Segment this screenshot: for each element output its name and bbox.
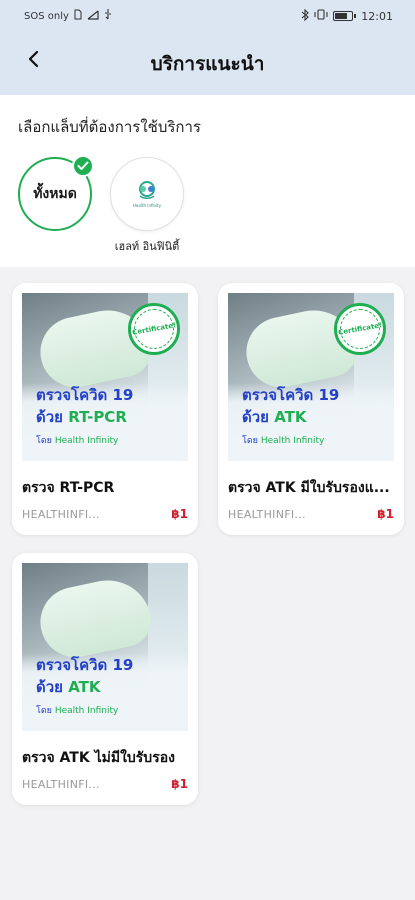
app-header: บริการแนะนำ bbox=[0, 32, 415, 95]
lab-filter-label: เลือกแล็บที่ต้องการใช้บริการ bbox=[18, 118, 201, 136]
certificate-badge: Certificate! bbox=[128, 303, 180, 355]
chevron-left-icon bbox=[27, 50, 39, 72]
lab-logo-text: Health Infinity bbox=[132, 203, 162, 208]
certificate-badge: Certificate! bbox=[334, 303, 386, 355]
battery-icon bbox=[333, 11, 357, 21]
lab-chip-health-infinity[interactable]: Health Infinity bbox=[110, 157, 184, 231]
product-card[interactable]: Certificate! ตรวจโควิด 19 ด้วย RT-PCR โด… bbox=[12, 283, 198, 535]
product-lab: HEALTHINFI... bbox=[22, 777, 100, 791]
image-line-2: ด้วย ATK bbox=[36, 678, 101, 696]
back-button[interactable] bbox=[18, 46, 48, 76]
product-lab: HEALTHINFI... bbox=[22, 507, 100, 521]
product-price: ฿1 bbox=[377, 507, 394, 521]
clock: 12:01 bbox=[361, 9, 393, 23]
product-card[interactable]: ตรวจโควิด 19 ด้วย ATK โดย Health Infinit… bbox=[12, 553, 198, 805]
product-grid: Certificate! ตรวจโควิด 19 ด้วย RT-PCR โด… bbox=[0, 267, 415, 805]
product-title: ตรวจ RT-PCR bbox=[22, 480, 115, 496]
vibrate-icon bbox=[314, 9, 328, 23]
lab-chips: ทั้งหมด Health Infinity เฮลท์ อินฟินิตี้ bbox=[18, 155, 397, 255]
image-line-1: ตรวจโควิด 19 bbox=[36, 386, 134, 404]
lab-chip-all[interactable]: ทั้งหมด bbox=[18, 155, 94, 231]
lab-filter-section: เลือกแล็บที่ต้องการใช้บริการ ทั้งหมด Hea… bbox=[0, 95, 415, 267]
top-bar: SOS only 12:01 บริการแนะนำ bbox=[0, 0, 415, 95]
health-infinity-logo: Health Infinity bbox=[124, 171, 170, 217]
status-bar: SOS only 12:01 bbox=[0, 0, 415, 32]
certificate-badge-text: Certificate! bbox=[131, 321, 177, 337]
image-line-1: ตรวจโควิด 19 bbox=[242, 386, 340, 404]
product-image: ตรวจโควิด 19 ด้วย ATK โดย Health Infinit… bbox=[22, 563, 188, 731]
product-price: ฿1 bbox=[171, 777, 188, 791]
image-line-3: โดย Health Infinity bbox=[36, 436, 119, 446]
check-icon bbox=[72, 155, 94, 177]
product-price: ฿1 bbox=[171, 507, 188, 521]
product-card[interactable]: Certificate! ตรวจโควิด 19 ด้วย ATK โดย H… bbox=[218, 283, 404, 535]
lab-chip-caption: เฮลท์ อินฟินิตี้ bbox=[114, 240, 180, 253]
certificate-badge-text: Certificate! bbox=[337, 321, 383, 337]
usb-icon bbox=[104, 9, 112, 23]
page-title: บริการแนะนำ bbox=[150, 52, 265, 75]
no-signal-icon bbox=[87, 10, 99, 23]
product-image: Certificate! ตรวจโควิด 19 ด้วย RT-PCR โด… bbox=[22, 293, 188, 461]
image-line-1: ตรวจโควิด 19 bbox=[36, 656, 134, 674]
product-title: ตรวจ ATK มีใบรับรองแ... bbox=[228, 480, 390, 496]
image-line-2: ด้วย ATK bbox=[242, 408, 307, 426]
lab-chip-all-label: ทั้งหมด bbox=[33, 186, 77, 202]
image-line-3: โดย Health Infinity bbox=[36, 706, 119, 716]
product-title: ตรวจ ATK ไม่มีใบรับรอง bbox=[22, 750, 175, 766]
image-line-2: ด้วย RT-PCR bbox=[36, 408, 127, 426]
bluetooth-icon bbox=[301, 8, 310, 24]
product-image: Certificate! ตรวจโควิด 19 ด้วย ATK โดย H… bbox=[228, 293, 394, 461]
image-line-3: โดย Health Infinity bbox=[242, 436, 325, 446]
product-lab: HEALTHINFI... bbox=[228, 507, 306, 521]
carrier-text: SOS only bbox=[24, 10, 69, 22]
sim-icon bbox=[74, 9, 82, 23]
